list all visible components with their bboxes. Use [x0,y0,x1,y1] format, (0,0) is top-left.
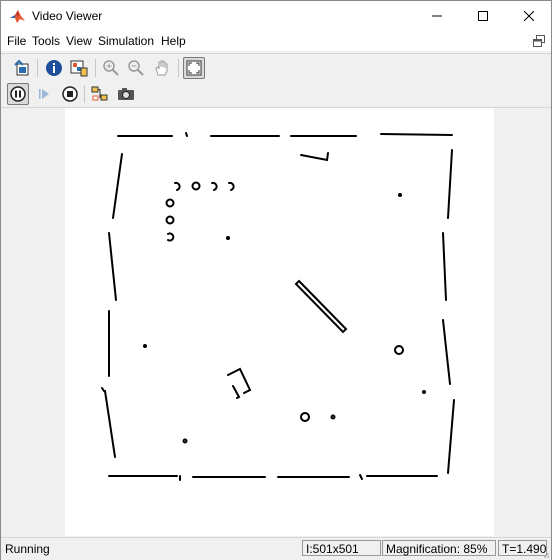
window-title: Video Viewer [32,9,103,23]
step-forward-icon [39,89,49,99]
step-forward-button[interactable] [33,83,55,105]
status-state: Running [5,542,50,556]
title-bar: Video Viewer [1,1,551,31]
zoom-out-icon [128,60,144,76]
toolbar-playback [1,82,551,108]
minimize-icon [432,15,442,17]
info-icon [46,60,62,76]
occupancy-map-image [101,132,455,481]
video-viewer-window: Video Viewer File Tools View Simulation … [0,0,552,560]
highlight-simulink-block-button[interactable] [89,83,111,105]
magnification-field: Magnification: 85% [382,540,496,556]
print-to-figure-icon [14,59,29,76]
video-frame [65,108,494,536]
print-to-figure-button[interactable] [11,57,33,79]
colormap-button[interactable] [68,57,90,79]
menu-view[interactable]: View [66,34,92,48]
maximize-button[interactable] [460,1,506,31]
dock-icon[interactable] [533,35,545,47]
zoom-out-button[interactable] [125,57,147,79]
fit-to-window-button[interactable] [183,57,205,79]
highlight-simulink-block-icon [91,86,108,101]
matlab-logo-icon [10,10,25,23]
menu-file[interactable]: File [7,34,26,48]
status-bar: Running I:501x501 Magnification: 85% T=1… [1,537,551,560]
colormap-icon [70,60,88,77]
menu-help[interactable]: Help [161,34,186,48]
pause-button[interactable] [7,83,29,105]
menu-simulation[interactable]: Simulation [98,34,154,48]
zoom-in-icon [103,60,119,76]
snapshot-icon [118,88,134,100]
pan-button[interactable] [151,57,173,79]
menu-bar: File Tools View Simulation Help [1,31,551,51]
toolbar-main [1,53,551,83]
fit-to-window-icon [186,60,202,76]
snapshot-button[interactable] [115,83,137,105]
stop-button[interactable] [59,83,81,105]
minimize-button[interactable] [414,1,460,31]
pan-icon [155,60,168,76]
close-button[interactable] [506,1,552,31]
pause-icon [10,86,26,102]
maximize-icon [478,11,488,21]
stop-icon [62,86,78,102]
image-size-field: I:501x501 [302,540,381,556]
menu-tools[interactable]: Tools [32,34,60,48]
zoom-in-button[interactable] [100,57,122,79]
resize-grip-icon[interactable] [541,550,549,558]
time-field: T=1.490 [498,540,547,556]
info-button[interactable] [43,57,65,79]
video-viewport [2,108,550,536]
close-icon [524,11,534,21]
